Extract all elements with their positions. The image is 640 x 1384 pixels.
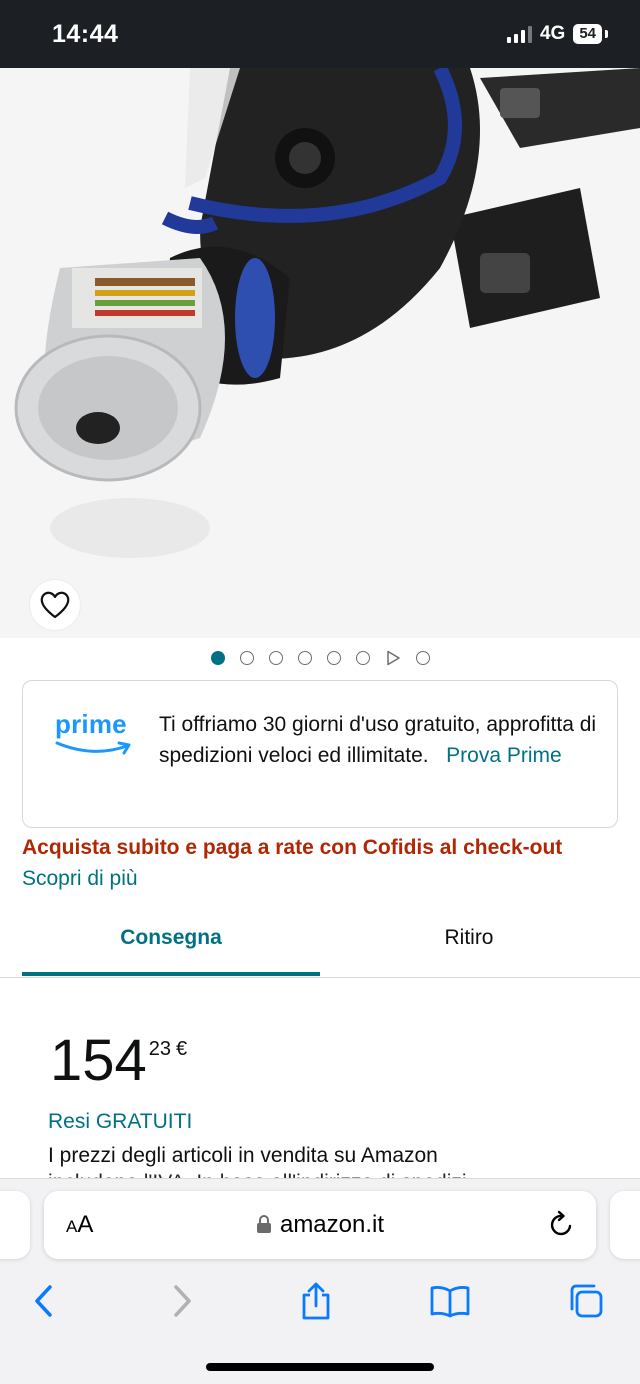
chevron-right-icon <box>174 1285 191 1317</box>
battery-tip <box>605 30 608 38</box>
status-icons: 4G 54 <box>506 23 608 45</box>
video-play-icon[interactable] <box>385 650 401 666</box>
carousel-dot[interactable] <box>210 651 225 665</box>
price-whole: 154 <box>50 1028 147 1093</box>
signal-icon <box>506 25 532 43</box>
favorite-button[interactable] <box>30 580 80 630</box>
carousel-dot[interactable] <box>268 651 283 665</box>
carousel-dot[interactable] <box>415 651 430 665</box>
prime-logo: prime <box>55 709 137 761</box>
price: 154 23 € <box>50 1030 187 1092</box>
prime-smile-icon <box>55 741 131 755</box>
carousel-dot[interactable] <box>355 651 370 665</box>
bookmarks-button[interactable] <box>428 1279 472 1323</box>
price-currency: € <box>176 1038 188 1060</box>
free-returns-link[interactable]: Resi GRATUITI <box>48 1110 192 1134</box>
cofidis-financing-text: Acquista subito e paga a rate con Cofidi… <box>22 836 563 859</box>
address-bar[interactable]: AA amazon.it <box>44 1191 596 1259</box>
image-carousel-indicator[interactable] <box>0 650 640 666</box>
forward-button[interactable] <box>160 1279 204 1323</box>
tab-selected-indicator <box>22 972 320 976</box>
previous-tab-preview[interactable] <box>0 1191 30 1259</box>
status-time: 14:44 <box>52 20 119 48</box>
price-fraction: 23 <box>148 1038 172 1060</box>
gas-mask-illustration <box>14 68 640 558</box>
tabs-button[interactable] <box>564 1279 608 1323</box>
learn-more-link[interactable]: Scopri di più <box>22 867 138 891</box>
network-type: 4G <box>539 23 566 44</box>
price-note: I prezzi degli articoli in vendita su Am… <box>48 1144 438 1167</box>
carousel-dot[interactable] <box>239 651 254 665</box>
reload-icon[interactable] <box>548 1209 576 1239</box>
tab-consegna[interactable]: Consegna <box>22 926 320 950</box>
url-display[interactable]: amazon.it <box>44 1211 596 1239</box>
prime-promo-card[interactable]: prime Ti offriamo 30 giorni d'uso gratui… <box>22 680 618 828</box>
lock-icon <box>256 1215 271 1233</box>
delivery-tabs: Consegna Ritiro <box>0 910 640 978</box>
prova-prime-link[interactable]: Prova Prime <box>446 744 562 767</box>
prime-message: Ti offriamo 30 giorni d'uso gratuito, ap… <box>159 713 597 767</box>
tab-ritiro[interactable]: Ritiro <box>320 926 618 950</box>
home-indicator[interactable] <box>206 1363 434 1371</box>
share-button[interactable] <box>294 1279 338 1323</box>
battery-icon: 54 <box>573 24 602 44</box>
share-icon <box>302 1282 330 1320</box>
heart-icon <box>40 591 70 619</box>
browser-toolbar: AA amazon.it <box>0 1178 640 1384</box>
carousel-dot[interactable] <box>326 651 341 665</box>
next-tab-preview[interactable] <box>610 1191 640 1259</box>
chevron-left-icon <box>35 1285 52 1317</box>
status-bar: 14:44 4G 54 <box>0 0 640 68</box>
book-icon <box>430 1286 470 1318</box>
carousel-dot[interactable] <box>297 651 312 665</box>
back-button[interactable] <box>22 1279 66 1323</box>
navigation-bar <box>0 1279 640 1323</box>
tabs-icon <box>570 1284 603 1318</box>
product-image[interactable] <box>0 68 640 638</box>
